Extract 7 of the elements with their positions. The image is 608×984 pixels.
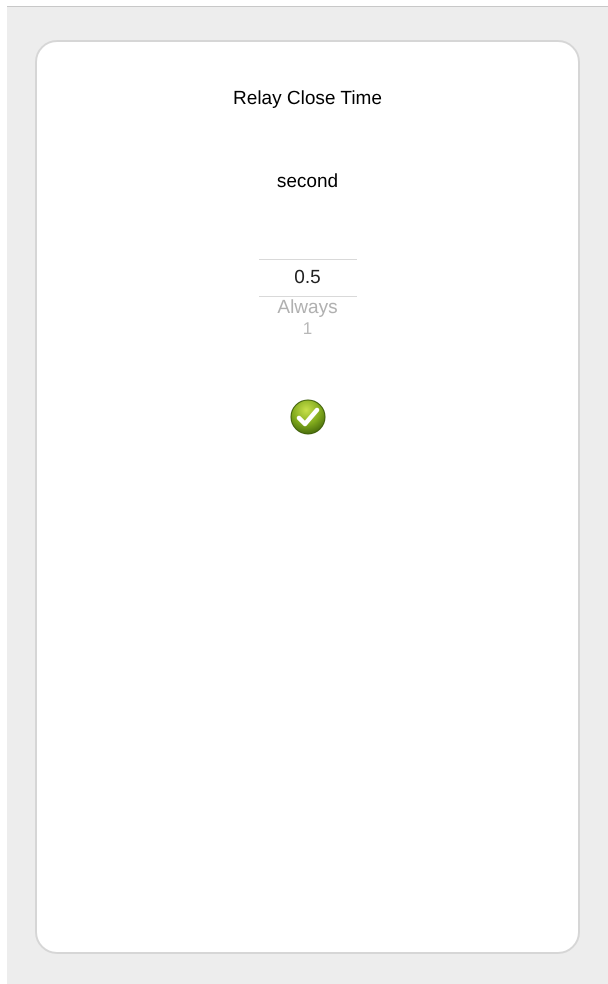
checkmark-icon bbox=[290, 399, 326, 435]
confirm-button[interactable] bbox=[290, 399, 326, 435]
picker-item[interactable]: 0.5 bbox=[258, 259, 356, 297]
picker-item[interactable]: Always bbox=[277, 297, 338, 319]
picker-item[interactable]: 1 bbox=[302, 319, 312, 339]
dialog-title: Relay Close Time bbox=[233, 87, 382, 111]
unit-label: second bbox=[276, 170, 338, 194]
